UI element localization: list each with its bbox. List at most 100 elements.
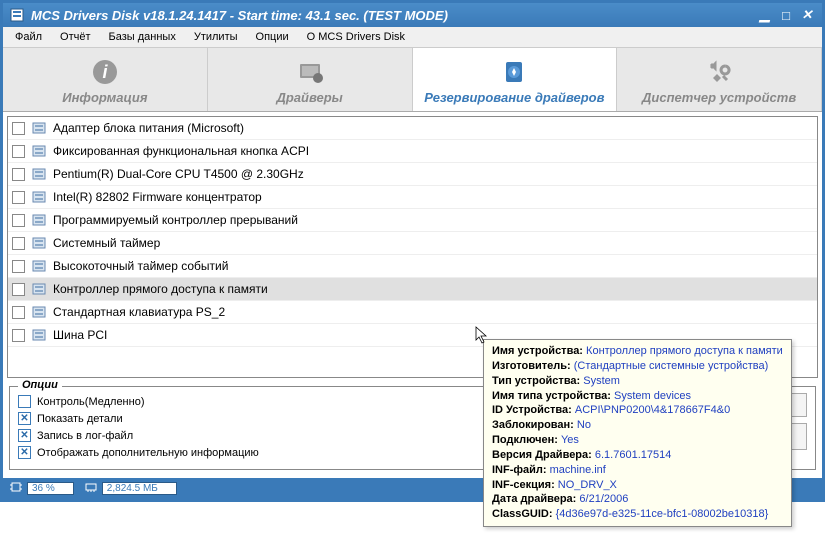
status-mem: 2,824.5 МБ: [84, 480, 177, 497]
device-checkbox[interactable]: [12, 122, 25, 135]
device-checkbox[interactable]: [12, 191, 25, 204]
device-label: Шина PCI: [53, 328, 107, 342]
status-cpu-value: 36 %: [27, 482, 74, 495]
device-label: Фиксированная функциональная кнопка ACPI: [53, 144, 309, 158]
device-icon: [31, 304, 47, 320]
device-checkbox[interactable]: [12, 306, 25, 319]
option-label: Отображать дополнительную информацию: [37, 447, 259, 459]
device-label: Программируемый контроллер прерываний: [53, 213, 298, 227]
option-checkbox[interactable]: [18, 412, 31, 425]
device-checkbox[interactable]: [12, 145, 25, 158]
device-row[interactable]: Высокоточный таймер событий: [8, 255, 817, 278]
device-label: Стандартная клавиатура PS_2: [53, 305, 225, 319]
menubar: Файл Отчёт Базы данных Утилиты Опции О M…: [3, 27, 822, 48]
tooltip-value: System devices: [614, 390, 691, 402]
menu-databases[interactable]: Базы данных: [101, 29, 184, 45]
device-row[interactable]: Адаптер блока питания (Microsoft): [8, 117, 817, 140]
device-checkbox[interactable]: [12, 329, 25, 342]
tooltip-value: NO_DRV_X: [558, 479, 617, 491]
option-checkbox[interactable]: [18, 395, 31, 408]
tooltip-key: Имя устройства:: [492, 345, 583, 357]
device-icon: [31, 166, 47, 182]
tooltip-value: No: [577, 419, 591, 431]
tooltip-key: INF-секция:: [492, 479, 555, 491]
status-cpu: 36 %: [9, 480, 74, 497]
status-mem-value: 2,824.5 МБ: [102, 482, 177, 495]
menu-file[interactable]: Файл: [7, 29, 50, 45]
memory-icon: [84, 480, 98, 497]
tooltip-value: Yes: [561, 434, 579, 446]
tooltip-key: Имя типа устройства:: [492, 390, 611, 402]
option-row: Запись в лог-файл: [18, 427, 498, 444]
device-checkbox[interactable]: [12, 214, 25, 227]
device-icon: [31, 143, 47, 159]
tooltip-value: Контроллер прямого доступа к памяти: [586, 345, 783, 357]
menu-report[interactable]: Отчёт: [52, 29, 98, 45]
device-tooltip: Имя устройства: Контроллер прямого досту…: [483, 339, 792, 527]
tooltip-key: INF-файл:: [492, 464, 547, 476]
option-label: Контроль(Медленно): [37, 396, 145, 408]
tabs: i Информация Драйверы Резервирование дра…: [3, 48, 822, 112]
tooltip-value: 6/21/2006: [579, 493, 628, 505]
device-icon: [31, 235, 47, 251]
option-row: Показать детали: [18, 410, 498, 427]
tab-information[interactable]: i Информация: [3, 48, 208, 111]
tooltip-key: Изготовитель:: [492, 360, 571, 372]
menu-about[interactable]: О MCS Drivers Disk: [299, 29, 413, 45]
tooltip-key: Тип устройства:: [492, 375, 580, 387]
device-checkbox[interactable]: [12, 168, 25, 181]
device-icon: [31, 212, 47, 228]
device-row[interactable]: Intel(R) 82802 Firmware концентратор: [8, 186, 817, 209]
minimize-button[interactable]: ▁: [756, 7, 774, 23]
app-icon: [9, 7, 25, 23]
device-row[interactable]: Контроллер прямого доступа к памяти: [8, 278, 817, 301]
device-icon: [31, 258, 47, 274]
option-row: Отображать дополнительную информацию: [18, 444, 498, 461]
tooltip-value: (Стандартные системные устройства): [574, 360, 769, 372]
tools-icon: [705, 58, 733, 86]
option-label: Показать детали: [37, 413, 123, 425]
tooltip-value: 6.1.7601.17514: [595, 449, 671, 461]
options-group-title: Опции: [18, 379, 62, 391]
device-icon: [31, 281, 47, 297]
option-checkbox[interactable]: [18, 429, 31, 442]
device-checkbox[interactable]: [12, 260, 25, 273]
option-checkbox[interactable]: [18, 446, 31, 459]
tooltip-value: ACPI\PNP0200\4&178667F4&0: [575, 404, 730, 416]
device-checkbox[interactable]: [12, 237, 25, 250]
menu-utilities[interactable]: Утилиты: [186, 29, 246, 45]
tab-backup-drivers[interactable]: Резервирование драйверов: [413, 48, 618, 111]
device-label: Адаптер блока питания (Microsoft): [53, 121, 244, 135]
backup-icon: [500, 58, 528, 86]
tab-drivers[interactable]: Драйверы: [208, 48, 413, 111]
tab-device-manager[interactable]: Диспетчер устройств: [617, 48, 822, 111]
window-title: MCS Drivers Disk v18.1.24.1417 - Start t…: [31, 8, 753, 23]
device-label: Контроллер прямого доступа к памяти: [53, 282, 268, 296]
maximize-button[interactable]: □: [777, 7, 795, 23]
tooltip-key: Заблокирован:: [492, 419, 574, 431]
option-row: Контроль(Медленно): [18, 393, 498, 410]
device-row[interactable]: Системный таймер: [8, 232, 817, 255]
titlebar[interactable]: MCS Drivers Disk v18.1.24.1417 - Start t…: [3, 3, 822, 27]
device-label: Pentium(R) Dual-Core CPU T4500 @ 2.30GHz: [53, 167, 304, 181]
device-checkbox[interactable]: [12, 283, 25, 296]
device-icon: [31, 120, 47, 136]
device-row[interactable]: Фиксированная функциональная кнопка ACPI: [8, 140, 817, 163]
device-label: Системный таймер: [53, 236, 160, 250]
device-row[interactable]: Стандартная клавиатура PS_2: [8, 301, 817, 324]
tooltip-value: System: [583, 375, 620, 387]
device-row[interactable]: Pentium(R) Dual-Core CPU T4500 @ 2.30GHz: [8, 163, 817, 186]
option-label: Запись в лог-файл: [37, 430, 133, 442]
tooltip-value: machine.inf: [550, 464, 606, 476]
device-icon: [31, 189, 47, 205]
chip-icon: [9, 480, 23, 497]
device-label: Intel(R) 82802 Firmware концентратор: [53, 190, 262, 204]
close-button[interactable]: ✕: [798, 7, 816, 23]
device-label: Высокоточный таймер событий: [53, 259, 228, 273]
menu-options[interactable]: Опции: [248, 29, 297, 45]
tooltip-key: ID Устройства:: [492, 404, 572, 416]
options-group: Опции Контроль(Медленно)Показать деталиЗ…: [9, 386, 507, 470]
tooltip-key: Подключен:: [492, 434, 558, 446]
device-row[interactable]: Программируемый контроллер прерываний: [8, 209, 817, 232]
tooltip-key: Дата драйвера:: [492, 493, 576, 505]
